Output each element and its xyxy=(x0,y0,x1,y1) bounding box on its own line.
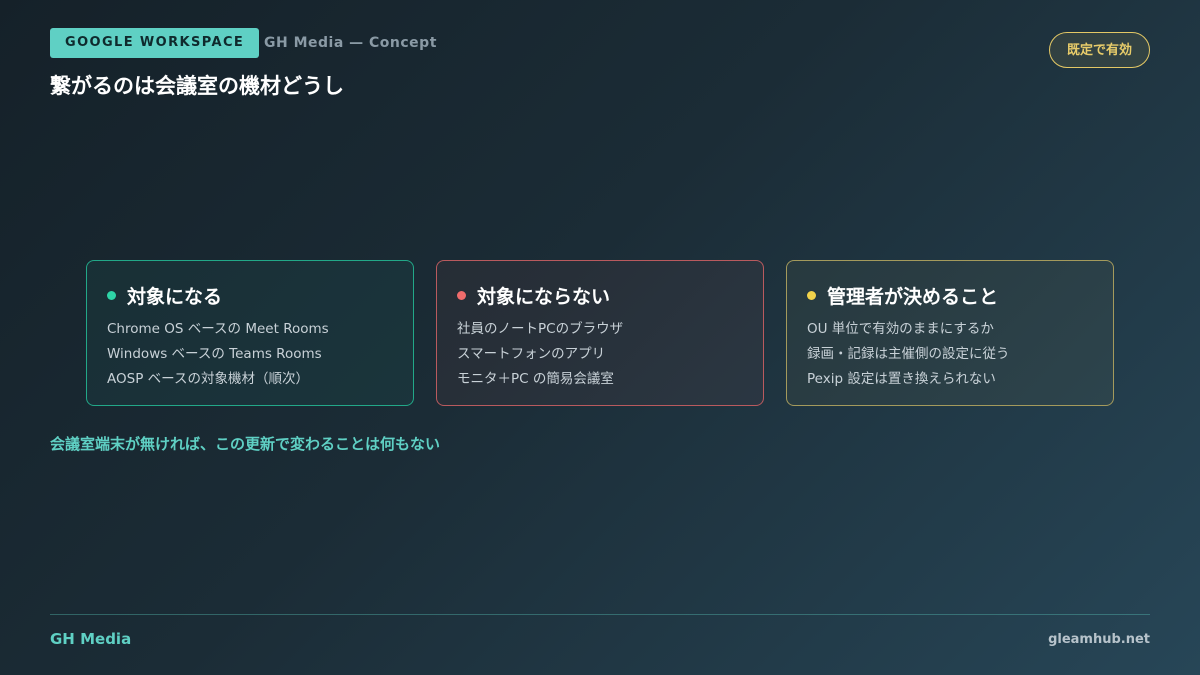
footer-brand: GH Media xyxy=(50,630,132,648)
card-list: 社員のノートPCのブラウザ スマートフォンのアプリ モニタ＋PC の簡易会議室 xyxy=(457,317,743,392)
list-item: Chrome OS ベースの Meet Rooms xyxy=(107,321,329,337)
list-item: スマートフォンのアプリ xyxy=(457,346,606,362)
card-included: 対象になる Chrome OS ベースの Meet Rooms Windows … xyxy=(86,260,414,406)
list-item: Windows ベースの Teams Rooms xyxy=(107,346,322,362)
green-dot-icon xyxy=(107,290,116,300)
list-item: モニタ＋PC の簡易会議室 xyxy=(457,371,614,387)
yellow-dot-icon xyxy=(807,290,816,300)
footer-site: gleamhub.net xyxy=(1048,632,1150,647)
card-list: Chrome OS ベースの Meet Rooms Windows ベースの T… xyxy=(107,317,393,392)
card-title: 管理者が決めること xyxy=(827,285,999,308)
status-badge: 既定で有効 xyxy=(1048,32,1150,68)
footer-divider xyxy=(50,614,1150,615)
footnote: 会議室端末が無ければ、この更新で変わることは何もない xyxy=(50,435,441,453)
slide-title: 繋がるのは会議室の機材どうし xyxy=(50,74,344,98)
list-item: 社員のノートPCのブラウザ xyxy=(457,321,624,337)
card-row: 対象になる Chrome OS ベースの Meet Rooms Windows … xyxy=(86,260,1114,406)
list-item: Pexip 設定は置き換えられない xyxy=(807,371,996,387)
list-item: AOSP ベースの対象機材（順次） xyxy=(107,371,309,387)
slide-subtitle: GH Media — Concept xyxy=(264,35,437,51)
card-admin-decisions: 管理者が決めること OU 単位で有効のままにするか 録画・記録は主催側の設定に従… xyxy=(786,260,1114,406)
slide: GOOGLE WORKSPACE GH Media — Concept 繋がるの… xyxy=(0,0,1200,675)
card-list: OU 単位で有効のままにするか 録画・記録は主催側の設定に従う Pexip 設定… xyxy=(807,317,1093,392)
card-header: 対象になる xyxy=(107,281,393,309)
card-title: 対象にならない xyxy=(477,285,611,308)
card-excluded: 対象にならない 社員のノートPCのブラウザ スマートフォンのアプリ モニタ＋PC… xyxy=(436,260,764,406)
list-item: OU 単位で有効のままにするか xyxy=(807,321,994,337)
category-tag: GOOGLE WORKSPACE xyxy=(50,28,260,58)
card-header: 管理者が決めること xyxy=(807,281,1093,309)
list-item: 録画・記録は主催側の設定に従う xyxy=(807,346,1010,362)
card-header: 対象にならない xyxy=(457,281,743,309)
red-dot-icon xyxy=(457,290,466,300)
card-title: 対象になる xyxy=(127,285,223,308)
